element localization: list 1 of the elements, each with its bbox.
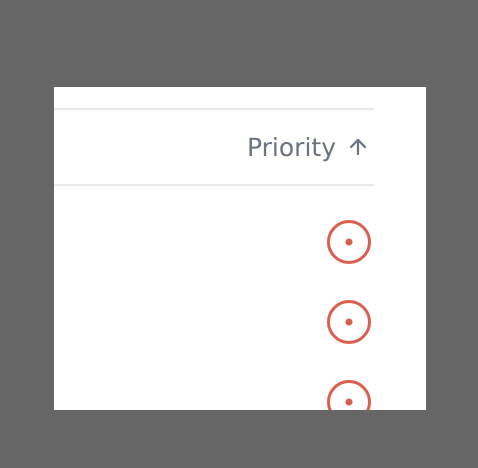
priority-column-header[interactable]: Priority	[247, 132, 370, 162]
